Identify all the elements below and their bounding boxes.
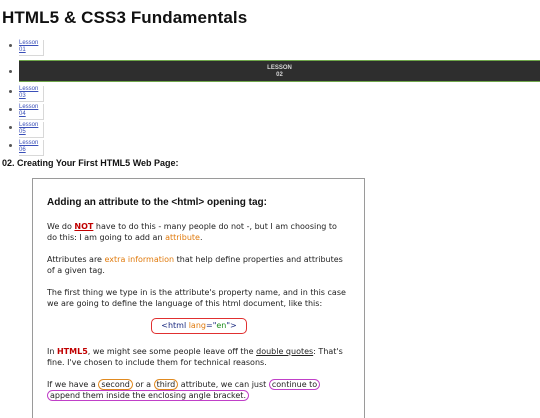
nav-link-lesson-02-active[interactable]: LESSON 02 <box>19 60 540 82</box>
bullet-icon <box>9 44 12 47</box>
highlight-extra-information: extra information <box>104 255 175 264</box>
text: , we might see some people leave off the <box>87 347 257 356</box>
nav-link-lesson-03[interactable]: Lesson 03 <box>19 86 44 102</box>
nav-link-text: Lesson <box>19 104 39 110</box>
nav-link-number: 02 <box>276 72 283 78</box>
slide-paragraph-1: We do NOT have to do this - many people … <box>47 221 347 243</box>
circled-third: third <box>153 379 179 390</box>
text: In <box>47 347 57 356</box>
code-attr-name: lang <box>188 321 206 330</box>
bullet-icon <box>9 144 12 147</box>
circled-second: second <box>98 379 133 390</box>
nav-link-lesson-04[interactable]: Lesson 04 <box>19 104 44 120</box>
text: We do <box>47 222 75 231</box>
highlight-html5: HTML5 <box>56 347 88 356</box>
nav-link-text: Lesson <box>19 122 39 128</box>
nav-item-lesson-04: Lesson 04 <box>0 104 540 122</box>
boxed-continue-to: continue to <box>268 379 321 390</box>
nav-link-text: Lesson <box>19 86 39 92</box>
text: . <box>199 233 203 242</box>
nav-link-lesson-06[interactable]: Lesson 06 <box>19 140 44 156</box>
bullet-icon <box>9 126 12 129</box>
page-title: HTML5 & CSS3 Fundamentals <box>2 8 248 27</box>
nav-item-lesson-01: Lesson 01 <box>0 40 540 58</box>
nav-link-number: 06 <box>19 147 26 153</box>
nav-item-lesson-06: Lesson 06 <box>0 140 540 158</box>
nav-link-number: 05 <box>19 129 26 135</box>
bullet-icon <box>9 70 12 73</box>
code-tag-open: <html <box>161 321 189 330</box>
lesson-nav: Lesson 01 LESSON 02 Lesson 03 Lesson 04 … <box>0 40 540 158</box>
boxed-append-inside: append them inside the enclosing angle b… <box>47 390 249 401</box>
nav-item-lesson-03: Lesson 03 <box>0 86 540 104</box>
nav-link-lesson-01[interactable]: Lesson 01 <box>19 40 44 56</box>
slide-heading: Adding an attribute to the <html> openin… <box>47 197 267 208</box>
bullet-icon <box>9 108 12 111</box>
code-example-box: <html lang="en"> <box>151 318 247 334</box>
underline-double-quotes: double quotes <box>256 347 314 356</box>
text: or a <box>132 380 154 389</box>
text: Attributes are <box>47 255 105 264</box>
nav-link-number: 03 <box>19 93 26 99</box>
slide-paragraph-4: In HTML5, we might see some people leave… <box>47 346 347 368</box>
nav-item-lesson-05: Lesson 05 <box>0 122 540 140</box>
slide-paragraph-2: Attributes are extra information that he… <box>47 254 347 276</box>
nav-link-number: 04 <box>19 111 26 117</box>
emphasis-not: NOT <box>74 222 94 231</box>
lesson-slide: Adding an attribute to the <html> openin… <box>32 178 365 418</box>
nav-link-number: 01 <box>19 47 26 53</box>
code-attr-value: en <box>216 321 227 330</box>
nav-link-text: LESSON <box>267 65 292 71</box>
nav-link-lesson-05[interactable]: Lesson 05 <box>19 122 44 138</box>
highlight-attribute: attribute <box>165 233 200 242</box>
nav-link-text: Lesson <box>19 40 39 46</box>
code-tag-close: "> <box>226 321 237 330</box>
text: attribute, we can just <box>178 380 269 389</box>
slide-paragraph-3: The first thing we type in is the attrib… <box>47 288 346 308</box>
slide-content: Adding an attribute to the <html> openin… <box>47 197 347 412</box>
code-equals: =" <box>205 321 217 330</box>
nav-item-lesson-02: LESSON 02 <box>0 60 540 84</box>
nav-link-text: Lesson <box>19 140 39 146</box>
section-title: 02. Creating Your First HTML5 Web Page: <box>2 158 179 168</box>
bullet-icon <box>9 90 12 93</box>
slide-paragraph-5: If we have a second or a third attribute… <box>47 379 347 401</box>
text: If we have a <box>47 380 99 389</box>
